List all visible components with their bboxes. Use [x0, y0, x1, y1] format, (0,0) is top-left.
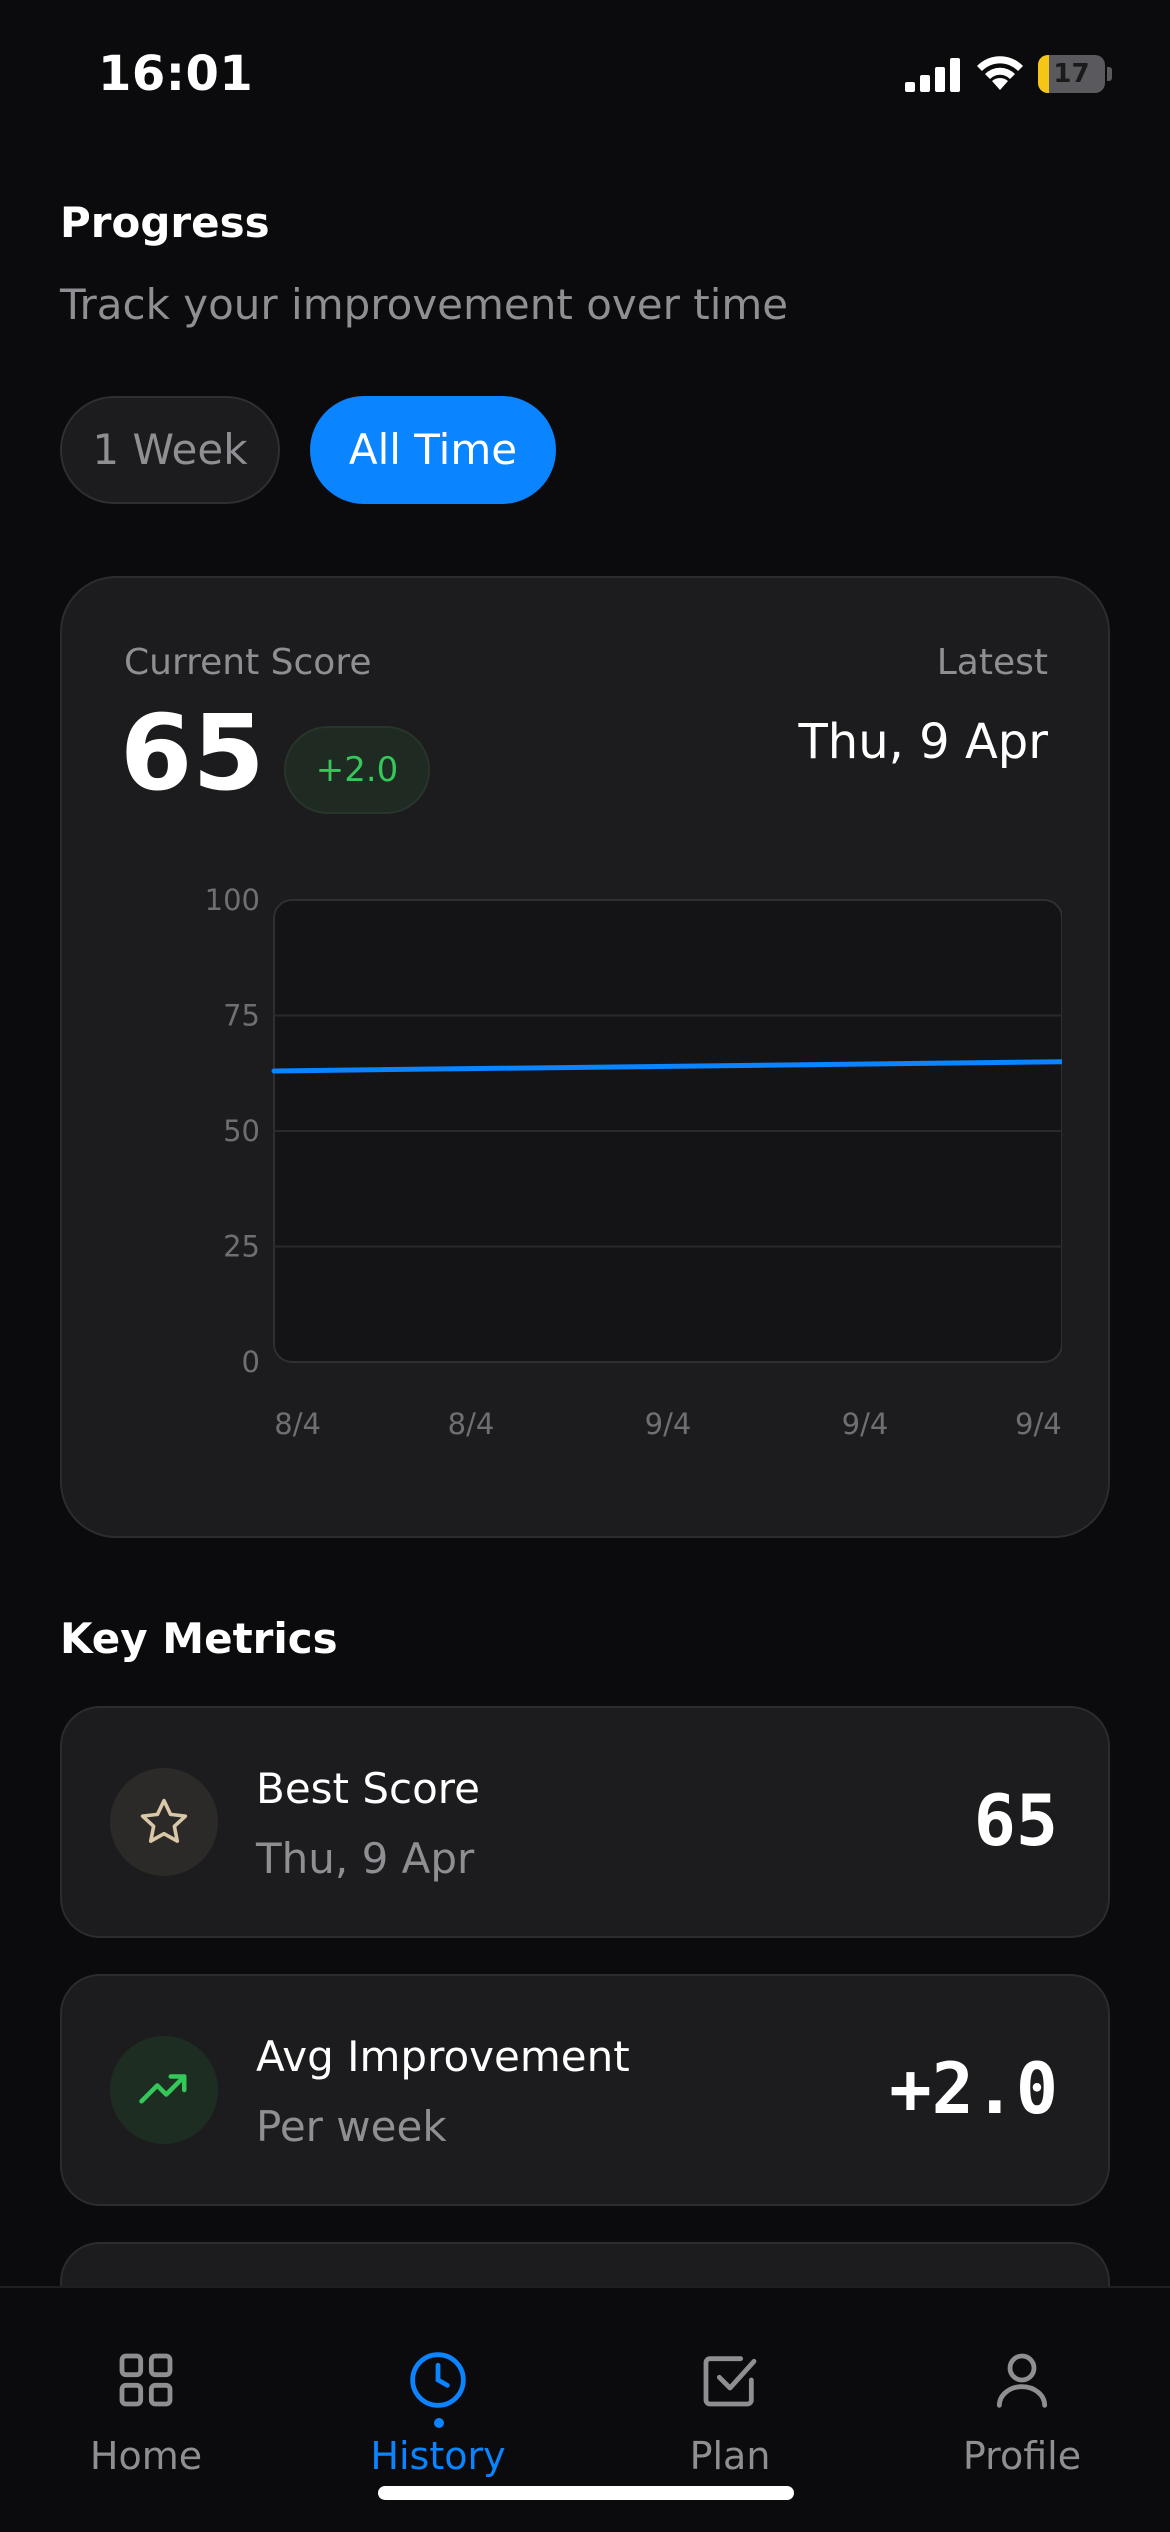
y-tick-label: 75 [223, 999, 260, 1033]
trending-up-icon [139, 2074, 187, 2104]
y-tick-label: 100 [205, 883, 260, 917]
best-score-card[interactable]: Best Score Thu, 9 Apr 65 [60, 1706, 1110, 1938]
range-all-time-button[interactable]: All Time [310, 396, 556, 504]
cellular-signal-icon [905, 58, 960, 92]
battery-level: 17 [1053, 59, 1090, 89]
latest-date: Thu, 9 Apr [798, 714, 1048, 770]
key-metrics-title: Key Metrics [60, 1614, 338, 1663]
clock-icon [410, 2352, 466, 2408]
score-delta-badge: +2.0 [284, 726, 430, 814]
metric-value: +2.0 [889, 2048, 1058, 2130]
tab-label: Home [89, 2434, 203, 2478]
metric-subtitle: Per week [256, 2102, 447, 2151]
x-tick-label: 8/4 [274, 1407, 321, 1440]
tab-label: Profile [962, 2434, 1082, 2478]
y-tick-label: 50 [223, 1114, 260, 1148]
home-indicator [378, 2486, 794, 2500]
battery-icon: 17 [1038, 55, 1112, 93]
tab-plan[interactable]: Plan [584, 2288, 876, 2488]
metric-subtitle: Thu, 9 Apr [256, 1834, 475, 1883]
y-tick-label: 0 [242, 1345, 260, 1379]
y-tick-label: 25 [223, 1230, 260, 1264]
tab-label: History [370, 2434, 506, 2478]
page-subtitle: Track your improvement over time [60, 280, 789, 329]
wifi-icon [977, 56, 1023, 90]
star-icon [140, 1798, 188, 1843]
metric-title: Best Score [256, 1764, 480, 1813]
page-title: Progress [60, 198, 270, 247]
star-icon-badge [110, 1768, 218, 1876]
trending-up-icon-badge [110, 2036, 218, 2144]
latest-label: Latest [936, 642, 1048, 683]
metric-title: Avg Improvement [256, 2032, 630, 2081]
person-icon [996, 2353, 1048, 2408]
active-tab-indicator [434, 2418, 444, 2428]
score-line-chart: 100 75 50 25 0 8/4 8/4 9/4 9/4 9/4 [205, 883, 1062, 1440]
status-time: 16:01 [98, 46, 254, 102]
tab-home[interactable]: Home [0, 2288, 292, 2488]
tab-history[interactable]: History [292, 2288, 584, 2488]
x-tick-label: 9/4 [645, 1407, 692, 1440]
grid-icon [119, 2353, 173, 2407]
metric-value: 65 [973, 1780, 1058, 1862]
avg-improvement-card[interactable]: Avg Improvement Per week +2.0 [60, 1974, 1110, 2206]
x-tick-label: 9/4 [1015, 1407, 1062, 1440]
score-card: Current Score 65 +2.0 Latest Thu, 9 Apr … [60, 576, 1110, 1538]
current-score-label: Current Score [124, 642, 372, 683]
range-1-week-button[interactable]: 1 Week [60, 396, 280, 504]
tab-profile[interactable]: Profile [876, 2288, 1168, 2488]
x-tick-label: 8/4 [448, 1407, 495, 1440]
status-bar: 16:01 17 [0, 0, 1170, 140]
tab-label: Plan [689, 2434, 771, 2478]
x-tick-label: 9/4 [842, 1407, 889, 1440]
current-score-value: 65 [120, 692, 265, 814]
checkbox-icon [703, 2356, 757, 2407]
